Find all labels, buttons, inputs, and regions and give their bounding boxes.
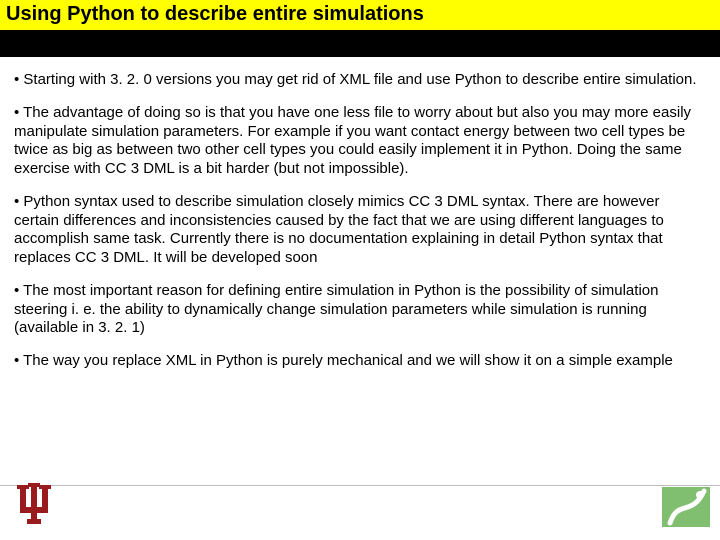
slide-title-bar: Using Python to describe entire simulati… [0, 0, 720, 31]
bullet-item: • Starting with 3. 2. 0 versions you may… [14, 71, 704, 90]
iu-trident-logo-icon [14, 483, 54, 536]
slide: Using Python to describe entire simulati… [0, 0, 720, 540]
bullet-item: • The advantage of doing so is that you … [14, 104, 704, 179]
compucell3d-logo-icon [660, 483, 712, 536]
bullet-item: • Python syntax used to describe simulat… [14, 193, 704, 268]
slide-title: Using Python to describe entire simulati… [6, 3, 424, 25]
slide-footer [0, 484, 720, 540]
bullet-item: • The way you replace XML in Python is p… [14, 352, 704, 371]
footer-divider [0, 485, 720, 486]
header-black-strip [0, 31, 720, 57]
slide-body: • Starting with 3. 2. 0 versions you may… [0, 57, 720, 371]
bullet-item: • The most important reason for defining… [14, 282, 704, 338]
